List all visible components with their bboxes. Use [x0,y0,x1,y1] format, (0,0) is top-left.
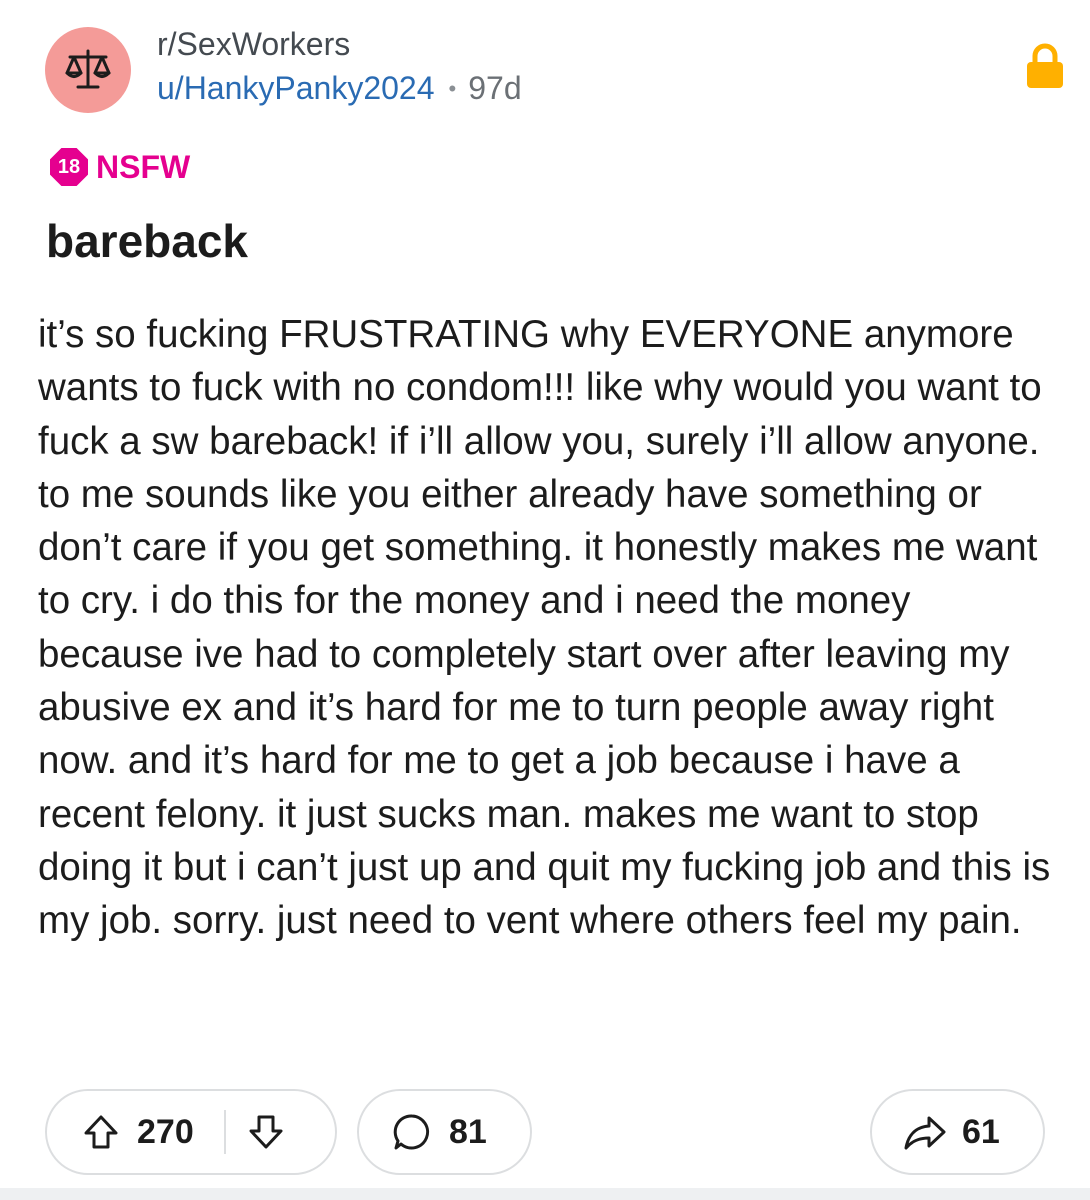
vote-divider [223,1110,226,1154]
upvote-arrow-icon[interactable] [81,1112,121,1152]
scales-icon [65,49,111,89]
bottom-divider [0,1188,1090,1200]
post-body: it’s so fucking FRUSTRATING why EVERYONE… [38,313,1051,943]
nsfw-18-badge: 18 [50,148,88,186]
share-arrow-icon [902,1112,948,1152]
share-button[interactable]: 61 [870,1089,1045,1175]
comment-count: 81 [449,1112,487,1151]
subreddit-avatar[interactable] [45,27,131,113]
lock-icon [1027,43,1063,88]
upvote-count: 270 [137,1112,194,1151]
vote-bar: 270 [45,1089,337,1175]
post-age: 97d [468,70,522,106]
comment-bubble-icon [391,1111,433,1153]
downvote-arrow-icon[interactable] [246,1112,286,1152]
post-title[interactable]: bareback [46,214,248,268]
subreddit-name[interactable]: r/SexWorkers [157,26,350,63]
nsfw-tag: 18 NSFW [50,148,190,186]
post-meta: u/HankyPanky2024 • 97d [157,70,522,107]
meta-separator: • [448,75,457,101]
nsfw-label: NSFW [96,148,191,185]
author-link[interactable]: u/HankyPanky2024 [157,70,435,107]
comments-button[interactable]: 81 [357,1089,532,1175]
share-count: 61 [962,1112,1000,1151]
